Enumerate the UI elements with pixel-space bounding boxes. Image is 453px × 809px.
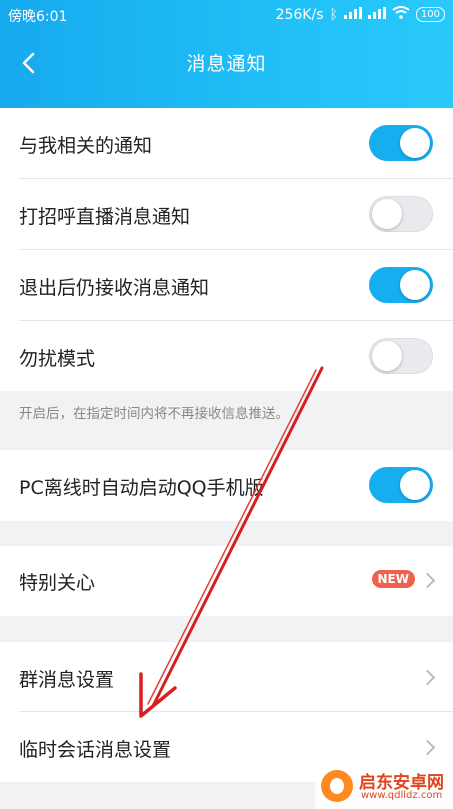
nav-bar: 消息通知 — [0, 38, 453, 88]
watermark-logo-icon — [321, 770, 353, 802]
status-time: 傍晚6:01 — [8, 9, 68, 25]
network-speed: 256K/s — [275, 6, 324, 23]
setting-label: PC离线时自动启动QQ手机版 — [19, 477, 264, 499]
watermark-url: www.qdlldz.com — [361, 790, 443, 801]
toggle-knob — [400, 470, 430, 500]
toggle-knob — [400, 270, 430, 300]
setting-do-not-disturb: 勿扰模式 — [0, 321, 453, 391]
setting-label: 勿扰模式 — [19, 348, 96, 370]
bluetooth-icon: ᛒ — [329, 6, 338, 23]
signal-icon — [343, 6, 362, 23]
setting-label: 与我相关的通知 — [19, 135, 153, 157]
exit-receive-notify-toggle[interactable] — [369, 267, 433, 303]
signal-icon — [367, 6, 386, 23]
related-notify-toggle[interactable] — [369, 125, 433, 161]
toggle-knob — [372, 341, 402, 371]
new-badge: NEW — [371, 570, 415, 588]
setting-pc-offline-autostart: PC离线时自动启动QQ手机版 — [0, 450, 453, 521]
chevron-right-icon — [419, 572, 436, 589]
setting-greet-live-notify: 打招呼直播消息通知 — [0, 179, 453, 250]
dnd-hint-text: 开启后，在指定时间内将不再接收信息推送。 — [19, 406, 289, 422]
status-bar: 傍晚6:01 256K/s ᛒ 100 — [0, 0, 453, 30]
setting-exit-receive-notify: 退出后仍接收消息通知 — [0, 250, 453, 321]
setting-group-message[interactable]: 群消息设置 — [0, 642, 453, 712]
setting-label: 特别关心 — [19, 572, 96, 594]
battery-icon: 100 — [415, 7, 445, 22]
wifi-icon — [392, 6, 410, 23]
setting-related-notify: 与我相关的通知 — [0, 108, 453, 179]
setting-label: 临时会话消息设置 — [19, 739, 172, 761]
toggle-knob — [372, 199, 402, 229]
chevron-right-icon — [419, 669, 436, 686]
toggle-knob — [400, 128, 430, 158]
status-icons: 256K/s ᛒ 100 — [276, 6, 445, 23]
setting-label: 退出后仍接收消息通知 — [19, 277, 210, 299]
watermark: 启东安卓网 www.qdlldz.com — [315, 760, 453, 809]
chevron-right-icon — [419, 739, 436, 756]
page-title: 消息通知 — [186, 53, 267, 75]
setting-special-care[interactable]: 特别关心 NEW — [0, 546, 453, 616]
setting-label: 打招呼直播消息通知 — [19, 206, 191, 228]
setting-label: 群消息设置 — [19, 669, 115, 691]
pc-offline-autostart-toggle[interactable] — [369, 467, 433, 503]
greet-live-notify-toggle[interactable] — [369, 196, 433, 232]
app-header: 傍晚6:01 256K/s ᛒ 100 消息通知 — [0, 0, 453, 108]
do-not-disturb-toggle[interactable] — [369, 338, 433, 374]
